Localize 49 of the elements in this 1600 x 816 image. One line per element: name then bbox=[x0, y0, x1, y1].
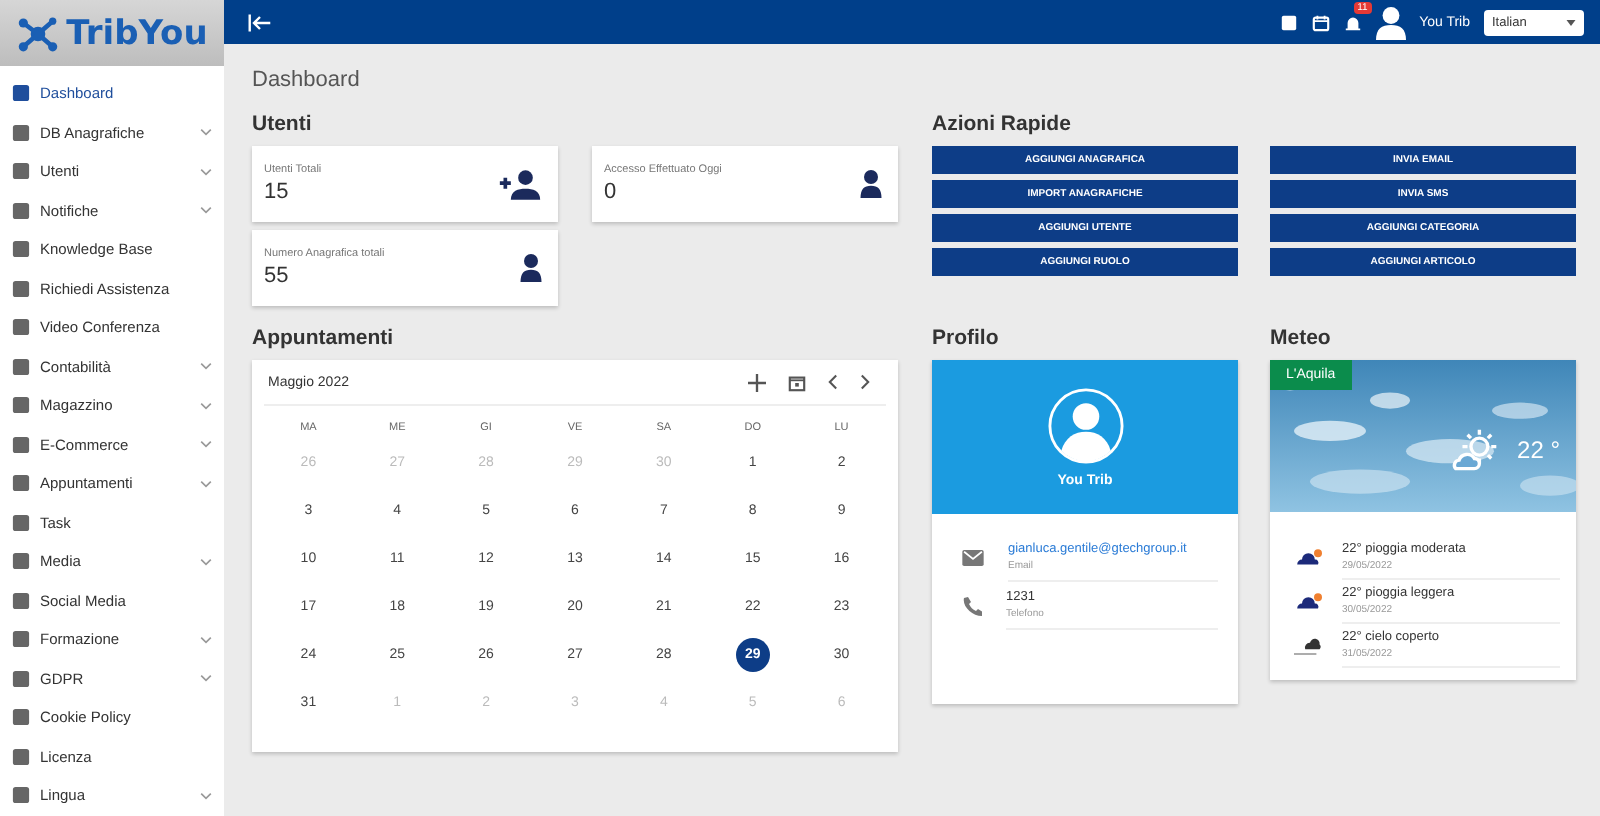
section-title: Profilo bbox=[932, 326, 1001, 350]
square-icon bbox=[12, 591, 30, 610]
square-icon bbox=[12, 747, 30, 766]
square-icon bbox=[12, 201, 30, 220]
square-icon bbox=[12, 240, 30, 259]
square-icon bbox=[12, 708, 30, 727]
square-icon bbox=[12, 786, 30, 805]
square-icon bbox=[12, 123, 30, 142]
user-icon bbox=[860, 170, 882, 198]
section-title: Meteo bbox=[1270, 326, 1333, 350]
square-icon bbox=[12, 630, 30, 649]
square-icon bbox=[12, 669, 30, 688]
user-avatar-icon[interactable] bbox=[1375, 5, 1406, 39]
square-icon bbox=[12, 435, 30, 454]
section-title: Utenti bbox=[252, 112, 314, 136]
bell-icon[interactable] bbox=[1343, 13, 1362, 31]
add-user-icon bbox=[498, 169, 542, 199]
sun-cloud-icon bbox=[1449, 428, 1502, 472]
phone-icon bbox=[962, 596, 982, 616]
square-icon bbox=[12, 396, 30, 415]
plus-icon[interactable] bbox=[748, 373, 766, 391]
user-icon bbox=[520, 254, 542, 282]
square-icon bbox=[12, 84, 30, 103]
caret-icon bbox=[1566, 19, 1576, 25]
mail-icon bbox=[962, 550, 984, 566]
square-icon bbox=[12, 474, 30, 493]
avatar-icon bbox=[1047, 387, 1123, 463]
chevron-right-icon[interactable] bbox=[860, 374, 870, 390]
temperature: 22 ° bbox=[1517, 436, 1560, 464]
square-icon bbox=[12, 162, 30, 181]
square-icon bbox=[12, 552, 30, 571]
square-icon bbox=[12, 513, 30, 532]
section-title: Appuntamenti bbox=[252, 326, 396, 350]
calendar-icon[interactable] bbox=[788, 373, 806, 391]
square-icon bbox=[12, 357, 30, 376]
square-icon bbox=[12, 318, 30, 337]
logo-text: TribYou bbox=[66, 13, 208, 53]
cloud-icon bbox=[1294, 636, 1326, 656]
square-icon bbox=[12, 279, 30, 298]
stat-value: 55 bbox=[264, 264, 291, 288]
note-icon[interactable] bbox=[1279, 13, 1298, 31]
back-icon[interactable] bbox=[248, 13, 272, 31]
chevron-left-icon[interactable] bbox=[828, 374, 838, 390]
rain-cloud-icon bbox=[1294, 592, 1326, 612]
stat-value: 0 bbox=[604, 180, 619, 204]
page-title: Dashboard bbox=[252, 68, 362, 96]
rain-cloud-icon bbox=[1294, 548, 1326, 568]
stat-value: 15 bbox=[264, 180, 291, 204]
section-title: Azioni Rapide bbox=[932, 112, 1073, 136]
